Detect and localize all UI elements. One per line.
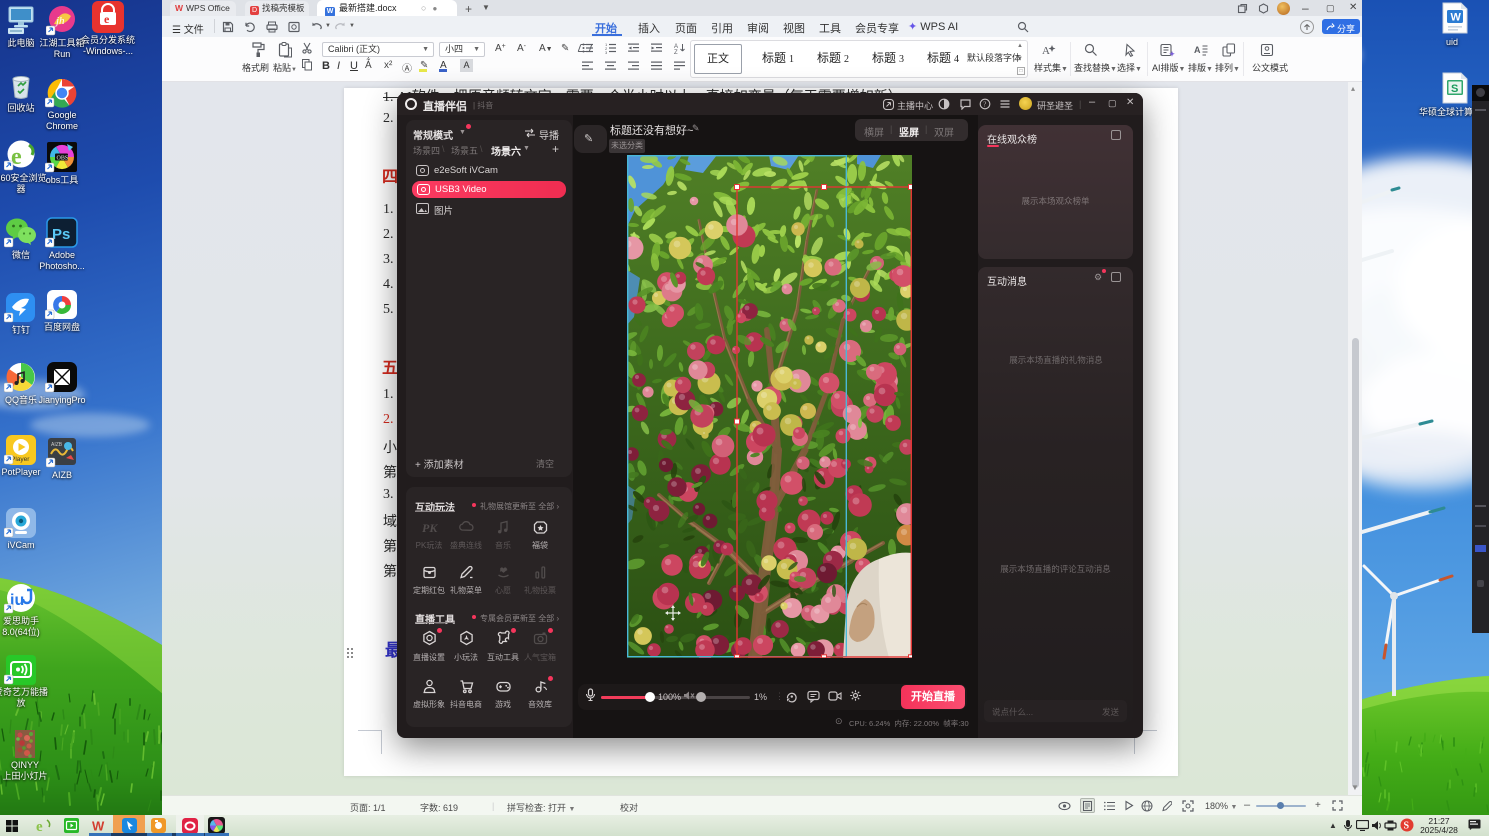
svg-text:e: e bbox=[36, 819, 43, 833]
svg-text:A: A bbox=[1042, 45, 1050, 57]
svg-text:OBS: OBS bbox=[57, 156, 69, 162]
svg-text:A: A bbox=[1194, 45, 1201, 55]
svg-text:e: e bbox=[104, 12, 110, 26]
svg-text:PK: PK bbox=[422, 521, 438, 535]
svg-text:W: W bbox=[92, 819, 105, 834]
svg-text:Ps: Ps bbox=[52, 226, 70, 243]
svg-text:?: ? bbox=[983, 101, 986, 109]
svg-text:W: W bbox=[1451, 12, 1462, 24]
svg-text:Player: Player bbox=[11, 456, 30, 463]
svg-text:3: 3 bbox=[605, 50, 608, 54]
svg-text:S: S bbox=[1451, 83, 1458, 95]
svg-text:S: S bbox=[1404, 821, 1410, 832]
svg-text:AIZB: AIZB bbox=[51, 442, 63, 448]
svg-text:Z: Z bbox=[674, 50, 678, 54]
svg-text:jh: jh bbox=[54, 15, 65, 27]
